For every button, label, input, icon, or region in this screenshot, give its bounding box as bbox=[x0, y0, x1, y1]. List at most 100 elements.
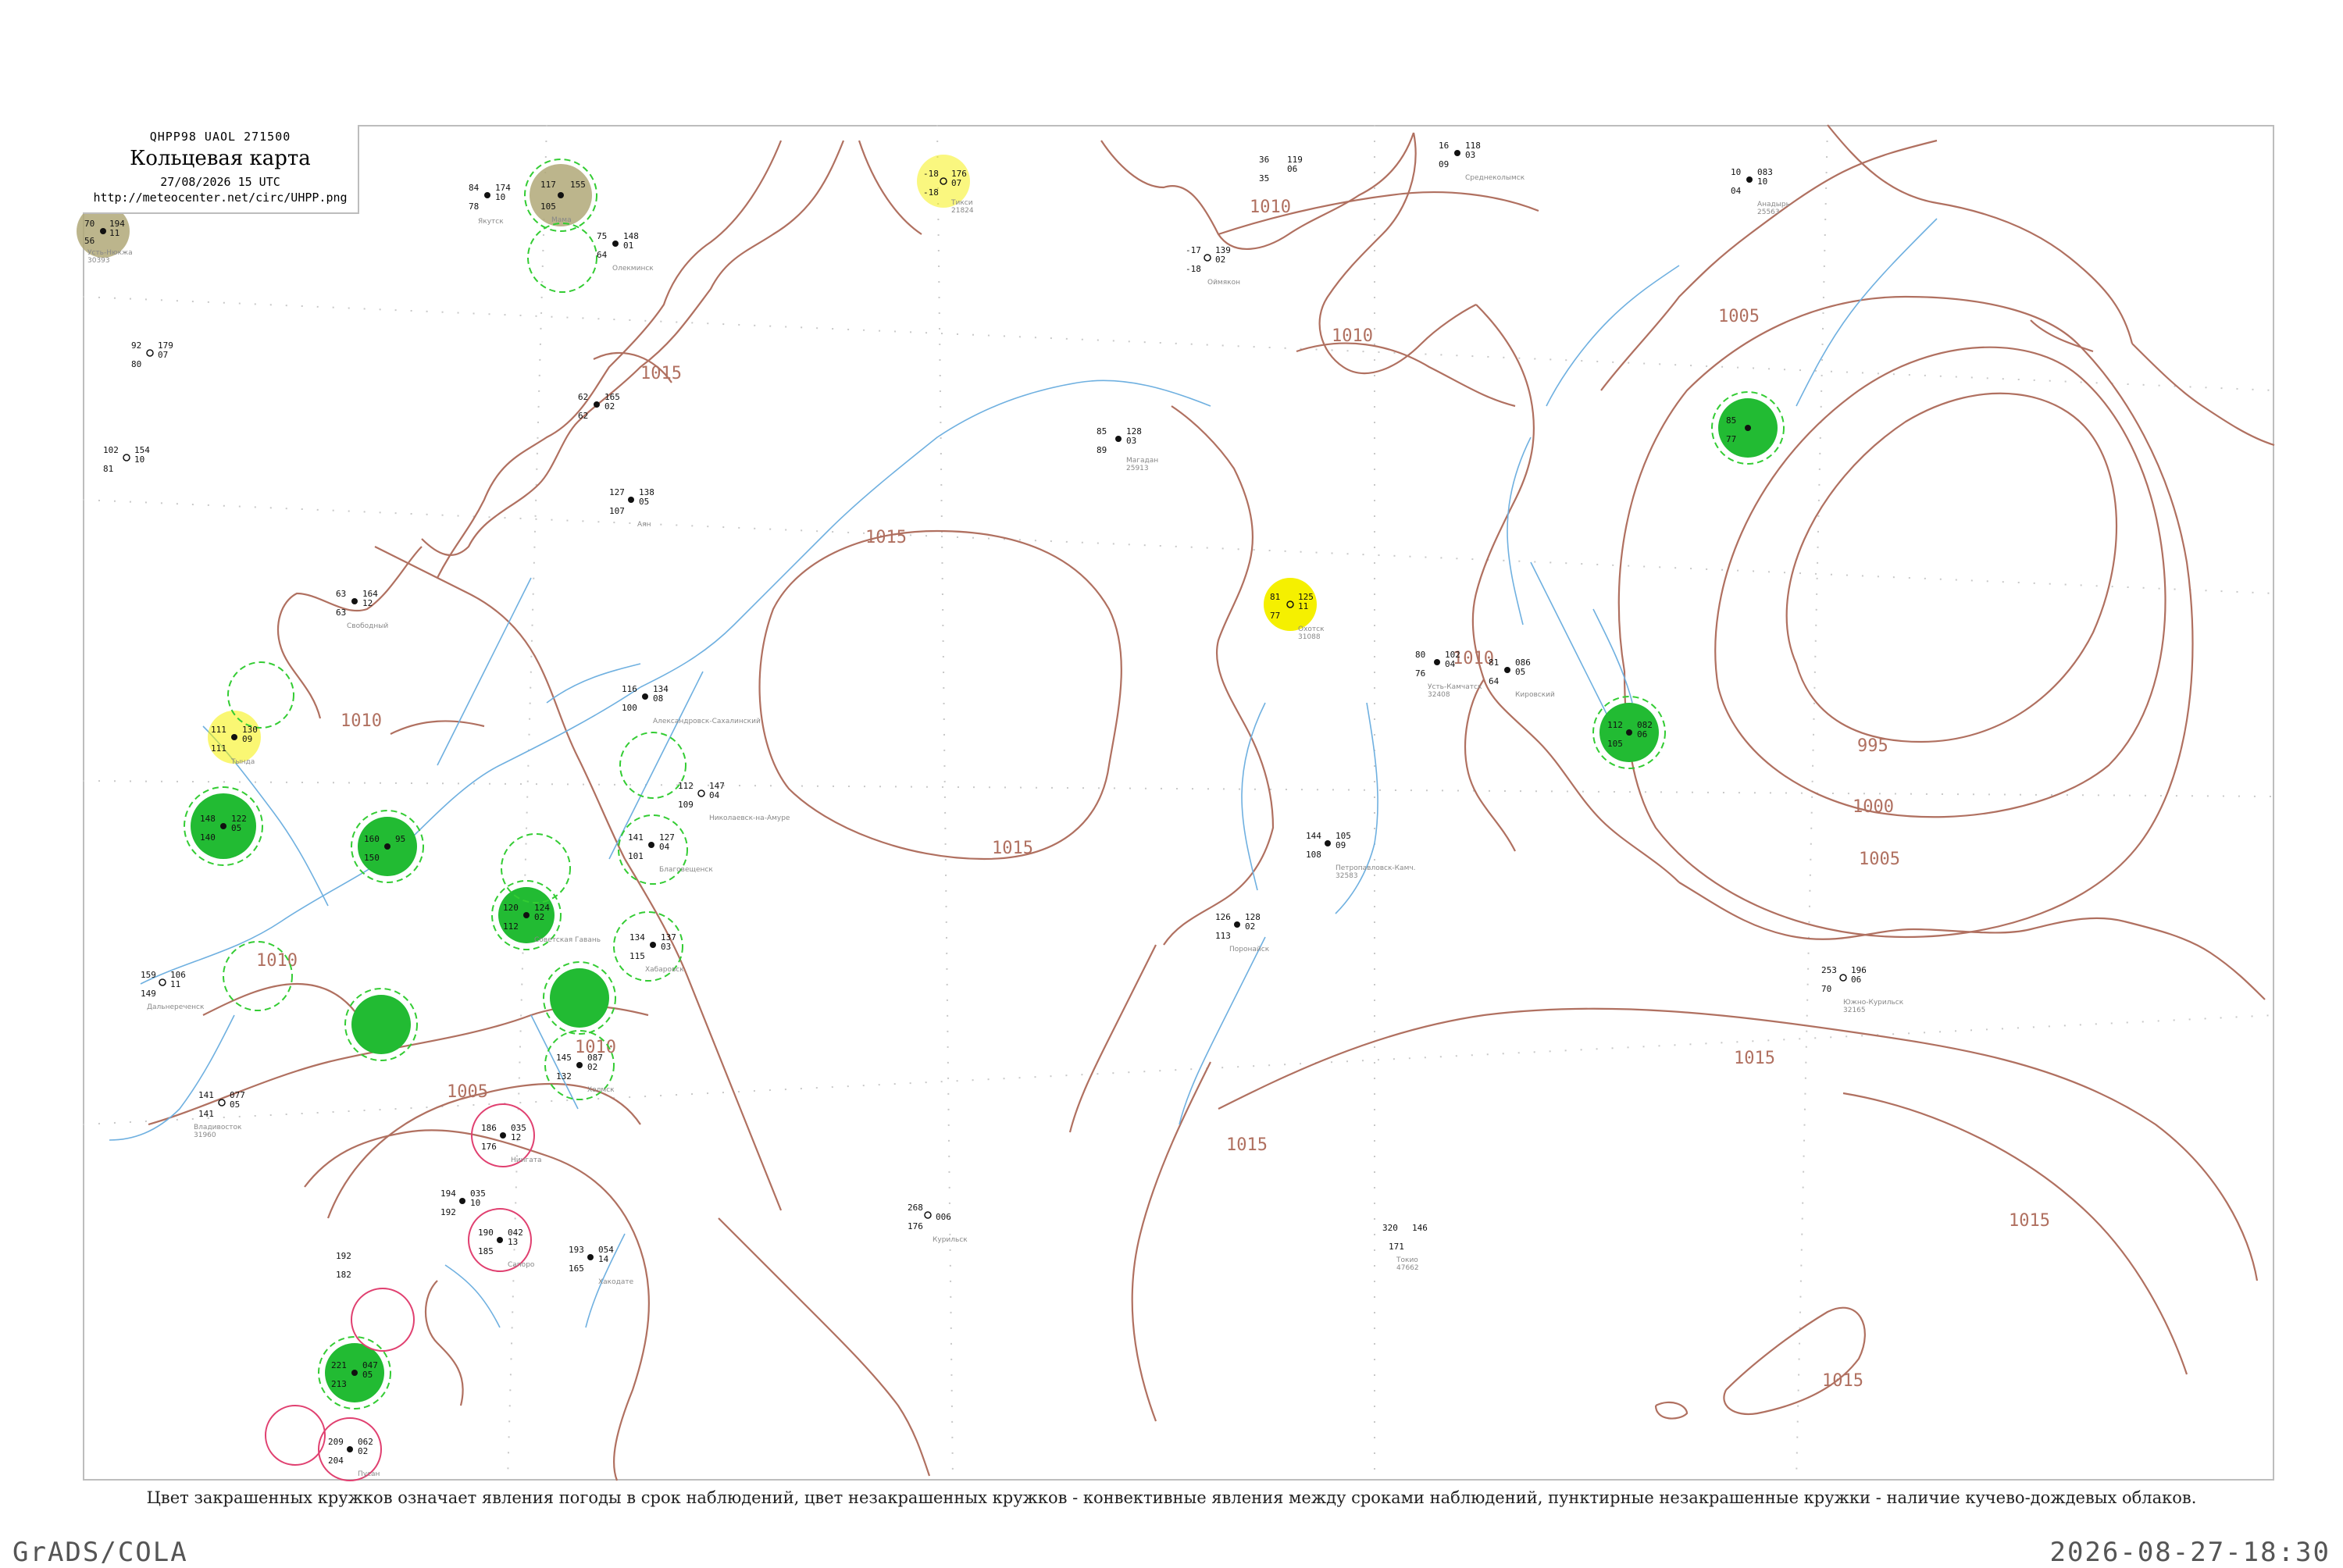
svg-text:165: 165 bbox=[569, 1263, 584, 1274]
svg-text:108: 108 bbox=[1306, 850, 1321, 860]
svg-text:-18: -18 bbox=[923, 187, 939, 198]
svg-text:04: 04 bbox=[1445, 659, 1456, 669]
svg-text:02: 02 bbox=[1245, 921, 1255, 932]
station: 253 196 70 06 Южно-Курильск 32165 bbox=[1821, 965, 1904, 1014]
svg-text:01: 01 bbox=[623, 241, 633, 251]
svg-text:185: 185 bbox=[478, 1246, 494, 1256]
svg-text:Кировский: Кировский bbox=[1515, 691, 1555, 699]
svg-text:146: 146 bbox=[1412, 1223, 1428, 1233]
svg-text:Аян: Аян bbox=[637, 521, 651, 529]
isobar-label: 1000 bbox=[1853, 797, 1894, 817]
station: 159 106 149 11 Дальнереченск bbox=[141, 970, 205, 1011]
station: 16 118 09 03 Среднеколымск bbox=[1439, 141, 1525, 182]
cb-ring bbox=[619, 732, 686, 799]
svg-text:05: 05 bbox=[1515, 667, 1525, 677]
isobar-label: 1015 bbox=[1226, 1135, 1268, 1155]
svg-text:32165: 32165 bbox=[1843, 1007, 1866, 1014]
svg-text:155: 155 bbox=[570, 180, 586, 190]
svg-text:105: 105 bbox=[1607, 739, 1623, 749]
svg-text:75: 75 bbox=[597, 231, 607, 241]
svg-text:148: 148 bbox=[200, 814, 216, 824]
svg-text:Советская Гавань: Советская Гавань bbox=[534, 936, 601, 944]
svg-text:05: 05 bbox=[639, 497, 649, 507]
isobar-label: 1005 bbox=[1718, 307, 1760, 326]
svg-text:80: 80 bbox=[1415, 650, 1425, 660]
station: 36 119 35 06 bbox=[1259, 155, 1303, 184]
isobar-label: 1015 bbox=[992, 839, 1033, 858]
isobar-label: 1005 bbox=[447, 1082, 488, 1102]
svg-text:141: 141 bbox=[198, 1109, 214, 1119]
svg-text:194: 194 bbox=[440, 1188, 456, 1199]
svg-text:140: 140 bbox=[200, 832, 216, 843]
svg-text:85: 85 bbox=[1726, 415, 1736, 426]
station: 141 127 101 04 Благовещенск bbox=[628, 832, 713, 874]
svg-text:05: 05 bbox=[231, 823, 241, 833]
station: 102 154 81 10 bbox=[103, 445, 150, 474]
svg-text:Среднеколымск: Среднеколымск bbox=[1465, 174, 1525, 182]
svg-text:102: 102 bbox=[103, 445, 119, 455]
isobar-label: 1015 bbox=[640, 364, 682, 383]
station: 85 128 89 03 Магадан 25913 bbox=[1097, 426, 1158, 472]
svg-text:112: 112 bbox=[503, 921, 519, 932]
svg-text:134: 134 bbox=[629, 932, 645, 943]
svg-text:209: 209 bbox=[328, 1437, 344, 1447]
precip-circle bbox=[550, 968, 609, 1028]
svg-text:02: 02 bbox=[604, 401, 615, 412]
svg-text:253: 253 bbox=[1821, 965, 1837, 975]
svg-text:56: 56 bbox=[84, 236, 95, 246]
svg-text:81: 81 bbox=[1489, 657, 1499, 668]
svg-text:89: 89 bbox=[1097, 445, 1107, 455]
isobar-995 bbox=[1785, 392, 2117, 743]
station: 92 179 80 07 bbox=[131, 340, 173, 369]
station: 81 086 64 05 Кировский bbox=[1489, 657, 1555, 699]
svg-text:09: 09 bbox=[242, 734, 252, 744]
svg-text:-18: -18 bbox=[1186, 264, 1201, 274]
svg-text:101: 101 bbox=[628, 851, 644, 861]
station: 126 128 113 02 Поронайск bbox=[1215, 912, 1270, 953]
svg-text:-18: -18 bbox=[923, 169, 939, 179]
svg-text:05: 05 bbox=[362, 1370, 373, 1380]
svg-text:Токио: Токио bbox=[1396, 1256, 1418, 1264]
svg-text:182: 182 bbox=[336, 1270, 351, 1280]
svg-text:127: 127 bbox=[609, 487, 625, 497]
svg-text:84: 84 bbox=[469, 183, 480, 193]
station: 10 083 04 10 Анадырь 25563 bbox=[1731, 167, 1790, 216]
svg-text:06: 06 bbox=[1287, 164, 1297, 174]
svg-text:02: 02 bbox=[534, 912, 544, 922]
svg-text:04: 04 bbox=[709, 790, 720, 800]
svg-text:Тикси: Тикси bbox=[950, 199, 973, 207]
svg-text:116: 116 bbox=[622, 684, 637, 694]
svg-text:32408: 32408 bbox=[1428, 691, 1450, 699]
svg-text:320: 320 bbox=[1382, 1223, 1398, 1233]
bulletin-code: QHPP98 UAOL 271500 bbox=[149, 130, 291, 144]
svg-text:Петропавловск-Камч.: Петропавловск-Камч. bbox=[1336, 864, 1416, 872]
station: 144 105 108 09 Петропавловск-Камч. 32583 bbox=[1306, 831, 1416, 880]
isobar-label: 1015 bbox=[1734, 1049, 1775, 1068]
station: 75 148 64 01 Олекминск bbox=[597, 231, 654, 273]
svg-text:Хакодате: Хакодате bbox=[598, 1278, 634, 1286]
svg-text:81: 81 bbox=[1270, 592, 1280, 602]
svg-text:Николаевск-на-Амуре: Николаевск-на-Амуре bbox=[709, 814, 790, 822]
svg-text:111: 111 bbox=[211, 725, 226, 735]
svg-text:Пусан: Пусан bbox=[358, 1470, 380, 1478]
svg-text:Холмск: Холмск bbox=[587, 1086, 615, 1094]
station: 193 054 165 14 Хакодате bbox=[569, 1245, 634, 1286]
rivers bbox=[109, 218, 1938, 1328]
thunder-ring bbox=[265, 1405, 326, 1466]
svg-text:105: 105 bbox=[540, 201, 556, 212]
svg-text:190: 190 bbox=[478, 1228, 494, 1238]
svg-text:193: 193 bbox=[569, 1245, 584, 1255]
svg-text:77: 77 bbox=[1270, 611, 1280, 621]
svg-text:Ниигата: Ниигата bbox=[511, 1156, 541, 1164]
map-title: Кольцевая карта bbox=[130, 147, 311, 170]
svg-text:81: 81 bbox=[103, 464, 113, 474]
svg-text:Оймякон: Оймякон bbox=[1207, 279, 1240, 287]
isobar-label: 1015 bbox=[2009, 1211, 2050, 1231]
svg-text:11: 11 bbox=[1298, 601, 1308, 611]
svg-text:100: 100 bbox=[622, 703, 637, 713]
isobar-1010-west bbox=[202, 982, 368, 1032]
svg-text:47662: 47662 bbox=[1396, 1264, 1419, 1272]
isobar-1015-central bbox=[758, 529, 1122, 861]
isobar-1005-east bbox=[1617, 295, 2194, 939]
svg-text:204: 204 bbox=[328, 1456, 344, 1466]
